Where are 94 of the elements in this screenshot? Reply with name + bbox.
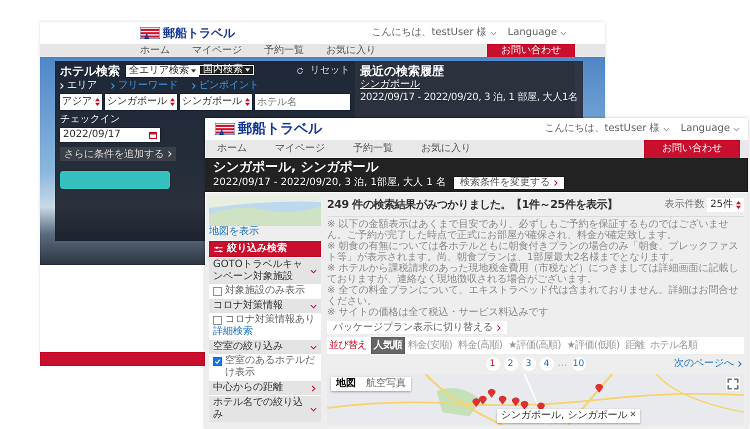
fullscreen-icon[interactable] [726, 377, 740, 391]
chevron-icon [111, 83, 115, 89]
sort-tab[interactable]: 人気順 [370, 337, 405, 354]
results-heading: 249 件の検索結果がみつかりました。【1件～25件を表示】 [327, 197, 618, 213]
package-plan-button[interactable]: パッケージプラン表示に切り替える [327, 321, 507, 334]
caret-icon [662, 126, 670, 132]
nav-link[interactable]: ホーム [140, 44, 170, 57]
notice-text: ※ 以下の金額表示はあくまで目安であり、必ずしもご予約を保証するものではございません。ご予約が完了した時点で正式にお部屋が確保され、料金が確定致します。 [327, 219, 730, 241]
flag-logo-icon [140, 27, 160, 39]
notice-text: ※ ホテルから課税請求のあった現地税金費用（市税など）につきましては詳細画面に記載しておりますが、連絡なく現地徴収される場合がございます。 [327, 263, 740, 285]
sort-arrows-icon [245, 98, 250, 106]
nav-link[interactable]: お気に入り [421, 140, 471, 158]
detail-search-link[interactable]: 詳細検索 [213, 326, 253, 338]
change-search-button[interactable]: 検索条件を変更する [454, 176, 564, 188]
filter-section-header[interactable]: ホテル名での絞り込み [209, 395, 321, 422]
chevron-icon [168, 151, 172, 157]
date-field[interactable]: 2022/09/17 [60, 128, 160, 142]
nav-link[interactable]: お気に入り [326, 44, 376, 57]
per-page-label: 表示件数 [664, 199, 704, 211]
contact-button[interactable]: お問い合わせ [644, 140, 740, 158]
recent-search-link[interactable]: シンガポール [360, 79, 420, 91]
checkbox[interactable] [213, 316, 222, 325]
greeting-menu[interactable]: こんにちは、testUser 様 [544, 123, 660, 135]
next-page-link[interactable]: 次のページへ [674, 358, 742, 370]
recent-search-detail: 2022/09/17 - 2022/09/20, 3 泊, 1 部屋, 大人1名 [360, 92, 578, 104]
notice-text: ※ サイトの価格は全て税込・サービス料込みです [327, 307, 550, 318]
search-mode-link[interactable]: ピンポイント [192, 80, 259, 92]
sort-arrows-icon [736, 201, 741, 209]
page-ellipsis: … [558, 357, 568, 371]
notice-text: ※ 全ての料金プランについて、エキストラベッド代は含まれておりません。詳細はお問合せください。 [327, 285, 740, 307]
popup-text: シンガポール, シンガポール [501, 410, 628, 422]
logo-text[interactable]: 郵船トラベル [238, 121, 322, 137]
caret-icon [245, 68, 250, 72]
page-button[interactable]: 1 [486, 357, 500, 371]
language-menu[interactable]: Language [508, 27, 557, 39]
destination-title: シンガポール, シンガポール [213, 160, 378, 176]
select-field[interactable]: アジア [60, 94, 102, 110]
show-map-link[interactable]: 地図を表示 [209, 226, 259, 238]
filter-section-header[interactable]: コロナ対策情報 [209, 298, 321, 313]
sort-arrows-icon [170, 98, 175, 106]
chevron-icon [60, 83, 64, 89]
nav-link[interactable]: マイページ [275, 140, 325, 158]
nav-link[interactable]: ホーム [217, 140, 247, 158]
dropdown-button[interactable]: 全エリア検索 [126, 65, 199, 77]
contact-button[interactable]: お問い合わせ [487, 44, 575, 57]
reset-link[interactable]: リセット [310, 65, 350, 77]
select-field[interactable]: シンガポール [180, 94, 252, 110]
logo-text[interactable]: 郵船トラベル [163, 26, 235, 40]
filter-section-header[interactable]: GOTOトラベルキャンペーン対象施設 [209, 257, 321, 284]
map-type-button[interactable]: 地図 [331, 377, 361, 391]
chevron-icon [738, 361, 742, 367]
nav-link[interactable]: 予約一覧 [264, 44, 304, 57]
flag-logo-icon [215, 123, 235, 135]
search-mode-link[interactable]: フリーワード [111, 80, 178, 92]
greeting-menu[interactable]: こんにちは、testUser 様 [371, 27, 487, 39]
caret-icon [191, 69, 196, 73]
close-icon[interactable] [630, 411, 636, 417]
notice-text: ※ 朝食の有無については各ホテルともに朝食付きプランの場合のみ「朝食、ブレックファスト等」が表示されます。尚、朝食プランは、1部屋最大2名様までとなります。 [327, 241, 740, 263]
caret-icon [490, 30, 497, 36]
hotel-name-input[interactable]: ホテル名 [255, 94, 350, 110]
filter-section-header[interactable]: 空室の絞り込み [209, 339, 321, 354]
page-button[interactable]: 10 [572, 357, 586, 371]
checkbox-label: 空室のあるホテルだけ表示 [225, 355, 316, 379]
filter-title: 絞り込み検索 [227, 242, 287, 256]
field-label: チェックイン [60, 114, 120, 126]
checkbox-label: コロナ対策情報あり [225, 314, 315, 326]
sort-arrows-icon [95, 98, 100, 106]
per-page-select[interactable]: 25件 [707, 198, 744, 212]
chevron-icon [554, 180, 558, 186]
chevron-icon [497, 324, 501, 330]
filter-icon [214, 246, 223, 252]
search-mode-link[interactable]: エリア [60, 80, 97, 92]
recent-title: 最近の検索履歴 [360, 64, 444, 78]
caret-icon [733, 126, 740, 132]
page-button[interactable]: 3 [522, 357, 536, 371]
checkbox[interactable] [213, 287, 222, 296]
caret-icon [560, 30, 567, 36]
filter-section-header[interactable]: 中心からの距離 [209, 380, 321, 395]
page-button[interactable]: 4 [540, 357, 554, 371]
checkbox-label: 対象施設のみ表示 [225, 285, 305, 297]
nav-link[interactable]: 予約一覧 [353, 140, 393, 158]
nav-link[interactable]: マイページ [192, 44, 242, 57]
calendar-icon [149, 131, 157, 139]
map-type-button[interactable]: 航空写真 [361, 377, 411, 391]
sort-label: 並び替え [329, 340, 367, 352]
language-menu[interactable]: Language [680, 123, 730, 135]
add-conditions-button[interactable]: さらに条件を追加する [60, 147, 176, 161]
search-detail: 2022/09/17 - 2022/09/20, 3 泊, 1部屋, 大人 1 名 [213, 176, 446, 188]
select-field[interactable]: シンガポール [105, 94, 177, 110]
chevron-icon [192, 83, 196, 89]
checkbox[interactable] [213, 357, 222, 366]
page-button[interactable]: 2 [504, 357, 518, 371]
panel-title: ホテル検索 [60, 64, 120, 78]
reset-icon [296, 67, 304, 75]
